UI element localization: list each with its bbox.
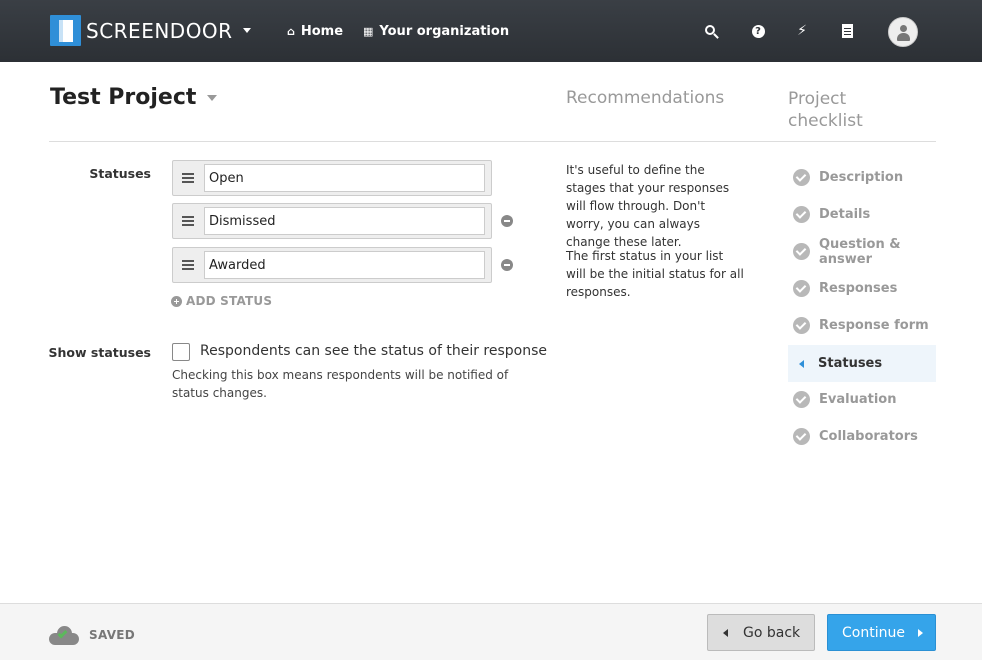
checklist-item-details[interactable]: Details <box>788 196 936 233</box>
status-row <box>172 160 492 196</box>
nav-home-label: Home <box>300 23 344 39</box>
go-back-label: Go back <box>743 624 801 641</box>
recommendations-heading: Recommendations <box>566 88 725 108</box>
remove-status-icon[interactable] <box>501 215 513 227</box>
checklist-item-label: Response form <box>819 318 929 333</box>
check-circle-icon <box>793 428 810 445</box>
checklist-item-label: Collaborators <box>819 429 918 444</box>
checklist-item-label: Statuses <box>818 356 883 371</box>
status-row <box>172 203 492 239</box>
checklist-item-label: Description <box>819 170 904 185</box>
show-statuses-checkbox[interactable] <box>172 343 190 361</box>
nav-home-link[interactable]: ⌂ Home <box>287 22 343 40</box>
plus-circle-icon <box>171 295 182 307</box>
document-icon[interactable] <box>838 22 856 40</box>
page-title: Test Project <box>50 85 197 110</box>
brand-name: SCREENDOOR <box>86 18 233 43</box>
drag-handle-icon[interactable] <box>182 173 194 183</box>
checklist-item-label: Responses <box>819 281 898 296</box>
status-row <box>172 247 492 283</box>
checklist-item-statuses[interactable]: Statuses <box>788 345 936 382</box>
show-statuses-label: Show statuses <box>48 345 151 360</box>
caret-right-icon <box>917 628 923 637</box>
building-icon: ▦ <box>363 24 374 38</box>
checklist-item-responses[interactable]: Responses <box>788 270 936 307</box>
check-circle-icon <box>793 206 810 223</box>
footer-bar: SAVED Go back Continue <box>0 603 982 660</box>
caret-left-icon <box>723 628 728 637</box>
add-status-label: ADD STATUS <box>186 294 273 308</box>
checklist-item-evaluation[interactable]: Evaluation <box>788 381 936 418</box>
home-icon: ⌂ <box>287 24 295 38</box>
drag-handle-icon[interactable] <box>182 216 194 226</box>
user-avatar[interactable] <box>888 17 918 47</box>
checklist-item-response-form[interactable]: Response form <box>788 307 936 344</box>
checklist-item-description[interactable]: Description <box>788 159 936 196</box>
checklist-item-collaborators[interactable]: Collaborators <box>788 418 936 455</box>
caret-left-icon <box>799 359 804 368</box>
save-status: SAVED <box>49 625 135 645</box>
show-statuses-help-text: Checking this box means respondents will… <box>172 368 509 400</box>
checklist-item-question-answer[interactable]: Question & answer <box>788 233 936 270</box>
search-icon[interactable] <box>702 22 720 40</box>
continue-button[interactable]: Continue <box>827 614 936 651</box>
continue-label: Continue <box>842 624 905 641</box>
header-divider <box>49 141 936 142</box>
show-statuses-checkbox-label[interactable]: Respondents can see the status of their … <box>200 343 547 359</box>
status-input[interactable] <box>204 164 485 192</box>
recommendation-text: It's useful to define the stages that yo… <box>566 163 730 249</box>
cloud-check-icon <box>49 625 79 645</box>
saved-label: SAVED <box>89 628 136 642</box>
status-input[interactable] <box>204 251 485 279</box>
nav-org-label: Your organization <box>379 23 510 39</box>
screendoor-logo-icon <box>50 15 81 46</box>
project-title-menu[interactable]: Test Project <box>50 85 218 110</box>
caret-down-icon <box>207 94 218 101</box>
check-circle-icon <box>793 243 810 260</box>
add-status-button[interactable]: ADD STATUS <box>171 294 272 308</box>
go-back-button[interactable]: Go back <box>707 614 815 651</box>
check-circle-icon <box>793 391 810 408</box>
recommendation-text: The first status in your list will be th… <box>566 249 744 299</box>
status-input[interactable] <box>204 207 485 235</box>
caret-down-icon <box>242 28 251 33</box>
statuses-label: Statuses <box>89 166 151 181</box>
brand-menu[interactable]: SCREENDOOR <box>50 15 251 46</box>
checklist-item-label: Question & answer <box>819 236 901 267</box>
nav-organization-link[interactable]: ▦ Your organization <box>363 22 509 40</box>
checklist-item-label: Evaluation <box>819 392 897 407</box>
checklist-item-label: Details <box>819 207 871 222</box>
check-circle-icon <box>793 317 810 334</box>
top-navbar: SCREENDOOR ⌂ Home ▦ Your organization ? … <box>0 0 982 62</box>
bolt-icon[interactable]: ⚡ <box>793 22 811 40</box>
remove-status-icon[interactable] <box>501 259 513 271</box>
drag-handle-icon[interactable] <box>182 260 194 270</box>
help-icon[interactable]: ? <box>749 22 767 40</box>
check-circle-icon <box>793 280 810 297</box>
check-circle-icon <box>793 169 810 186</box>
checklist-heading: Project checklist <box>788 89 863 131</box>
